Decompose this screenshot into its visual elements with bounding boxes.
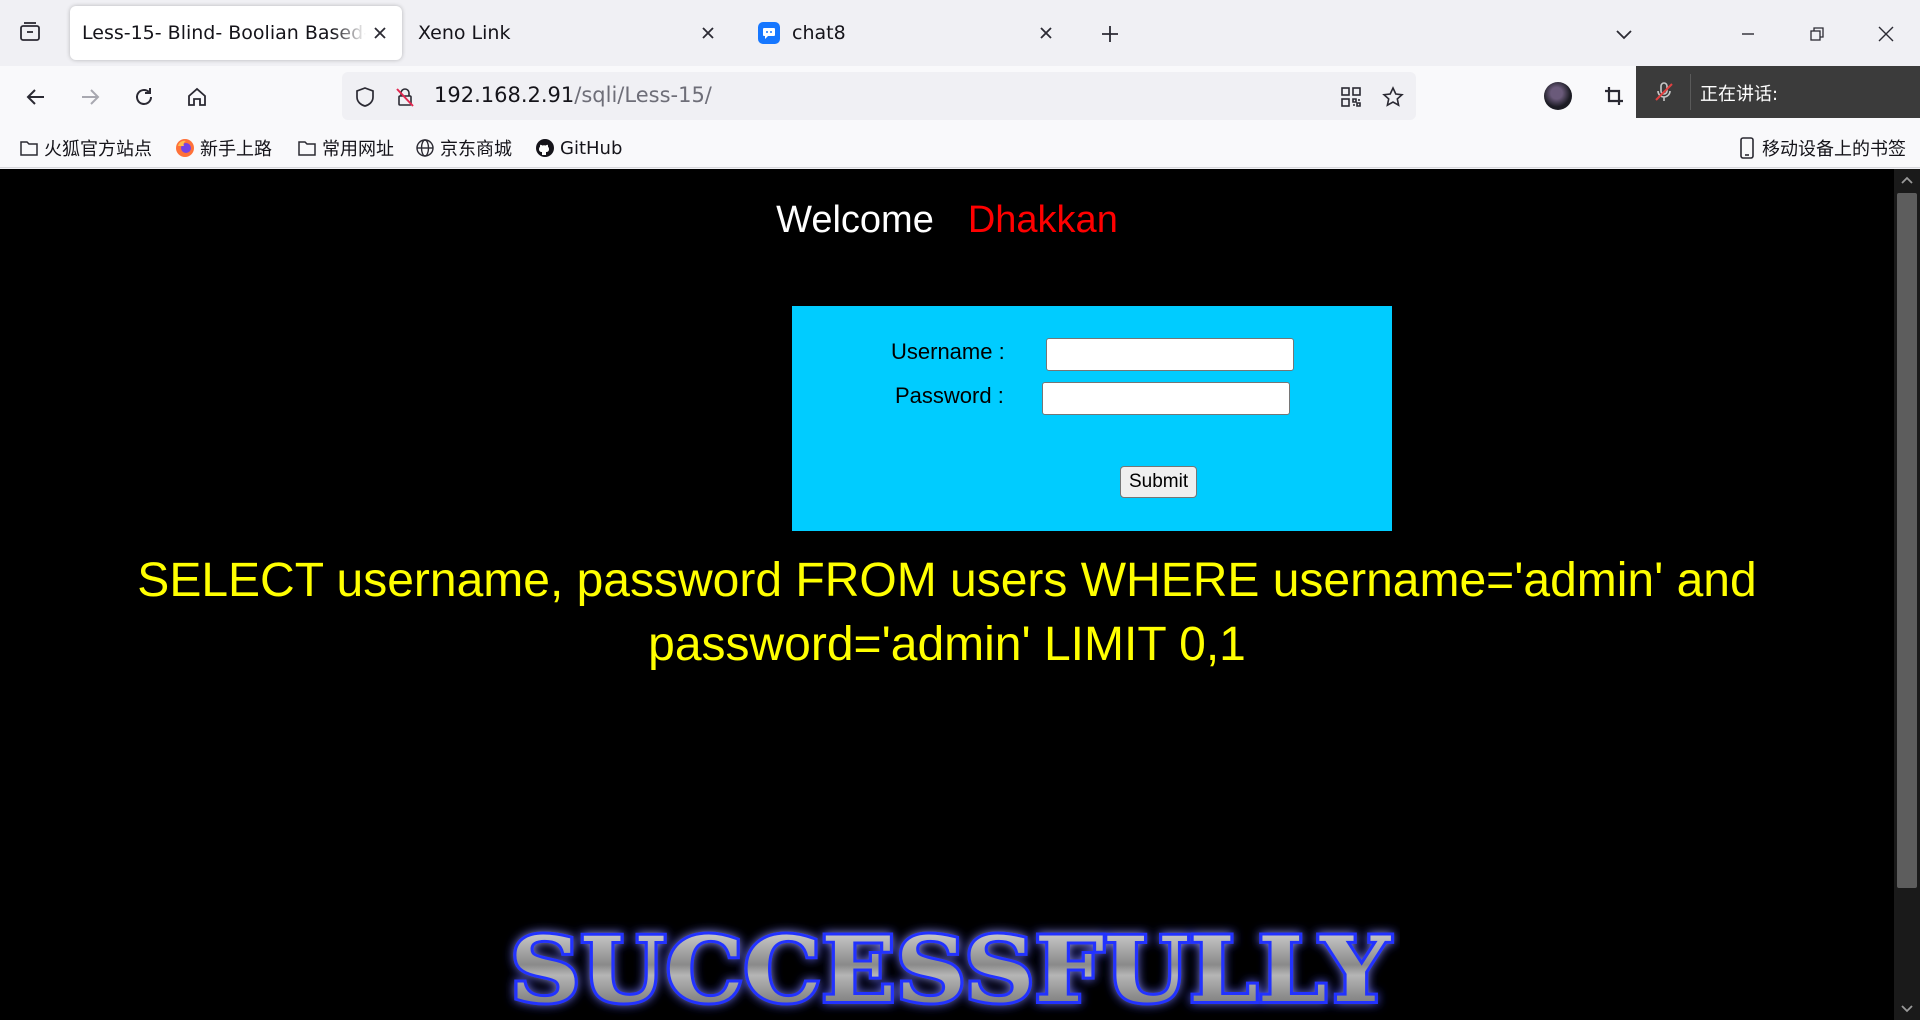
minimize-button[interactable] bbox=[1728, 14, 1768, 54]
chat8-favicon bbox=[758, 22, 780, 44]
success-banner-text: SUCCESSFULLY bbox=[510, 917, 1392, 1020]
new-tab-icon bbox=[1102, 26, 1118, 42]
minimize-icon bbox=[1742, 33, 1754, 35]
tab-close-button[interactable] bbox=[1032, 19, 1060, 47]
github-icon bbox=[534, 137, 556, 159]
url-bar[interactable]: 192.168.2.91/sqli/Less-15/ bbox=[342, 72, 1416, 120]
mic-off-button[interactable] bbox=[1650, 78, 1678, 106]
scroll-up-button[interactable] bbox=[1894, 169, 1920, 191]
bookmark-jd-mall[interactable]: 京东商城 bbox=[414, 134, 512, 162]
bookmark-label: 京东商城 bbox=[440, 139, 512, 160]
folder-icon bbox=[296, 137, 318, 159]
username-label: Username : bbox=[891, 339, 1005, 364]
bookmark-github[interactable]: GitHub bbox=[534, 134, 622, 162]
reload-button[interactable] bbox=[126, 79, 162, 115]
sql-query-text: SELECT username, password FROM users WHE… bbox=[137, 554, 1757, 671]
reload-icon bbox=[136, 88, 152, 105]
url-path: /sqli/Less-15/ bbox=[574, 83, 712, 107]
bookmark-label: GitHub bbox=[560, 137, 623, 159]
welcome-heading: Welcome Dhakkan bbox=[0, 199, 1894, 242]
bookmark-star-button[interactable] bbox=[1380, 84, 1406, 110]
tab-strip: Less-15- Blind- Boolian Based- String Xe… bbox=[0, 0, 1920, 66]
page-scrollbar[interactable] bbox=[1894, 169, 1920, 1020]
tab-chat8[interactable]: chat8 bbox=[746, 6, 1068, 60]
bookmark-label: 火狐官方站点 bbox=[44, 139, 152, 160]
navigation-toolbar: 192.168.2.91/sqli/Less-15/ 正在讲话: bbox=[0, 66, 1920, 128]
page-content: Welcome Dhakkan Username : Password : Sub… bbox=[0, 169, 1894, 1020]
chevron-down-icon bbox=[1901, 1005, 1913, 1013]
close-window-button[interactable] bbox=[1866, 14, 1906, 54]
chevron-down-icon bbox=[1616, 30, 1632, 40]
tab-xeno-link[interactable]: Xeno Link bbox=[408, 6, 730, 60]
password-input[interactable] bbox=[1042, 382, 1290, 415]
new-tab-button[interactable] bbox=[1094, 18, 1126, 50]
tab-title: chat8 bbox=[792, 22, 846, 44]
bookmark-common-urls[interactable]: 常用网址 bbox=[296, 134, 394, 162]
bookmark-getting-started[interactable]: 新手上路 bbox=[174, 134, 272, 162]
mobile-icon bbox=[1736, 137, 1758, 159]
speaking-label: 正在讲话: bbox=[1700, 84, 1779, 105]
chevron-up-icon bbox=[1901, 176, 1913, 184]
bookmark-firefox-official[interactable]: 火狐官方站点 bbox=[18, 134, 152, 162]
username-input[interactable] bbox=[1046, 338, 1294, 371]
login-form: Username : Password : Submit bbox=[792, 306, 1392, 531]
bookmark-label: 常用网址 bbox=[322, 139, 394, 160]
tab-list-button[interactable] bbox=[14, 18, 46, 50]
tab-less-15[interactable]: Less-15- Blind- Boolian Based- String bbox=[70, 6, 402, 60]
bookmarks-toolbar: 火狐官方站点 新手上路 常用网址 京东商城 GitHub 移动设备上的书签 bbox=[0, 128, 1920, 168]
welcome-text: Welcome bbox=[776, 199, 934, 241]
tab-close-button[interactable] bbox=[366, 19, 394, 47]
tracking-protection-button[interactable] bbox=[352, 84, 378, 110]
restore-button[interactable] bbox=[1797, 14, 1837, 54]
bookmark-label: 新手上路 bbox=[200, 139, 272, 160]
home-icon bbox=[188, 87, 206, 106]
tab-close-button[interactable] bbox=[694, 19, 722, 47]
crop-icon bbox=[1605, 87, 1623, 105]
home-button[interactable] bbox=[179, 79, 215, 115]
qr-code-button[interactable] bbox=[1338, 84, 1364, 110]
success-banner: SUCCESSFULLY bbox=[507, 914, 1395, 1020]
mobile-bookmarks[interactable]: 移动设备上的书签 bbox=[1736, 134, 1906, 162]
insecure-lock-icon bbox=[396, 88, 414, 107]
forward-button[interactable] bbox=[72, 79, 108, 115]
scroll-thumb[interactable] bbox=[1897, 193, 1917, 888]
list-all-tabs-button[interactable] bbox=[1604, 14, 1644, 54]
bookmark-label: 移动设备上的书签 bbox=[1762, 139, 1906, 160]
account-avatar[interactable] bbox=[1544, 82, 1572, 110]
url-text: 192.168.2.91/sqli/Less-15/ bbox=[434, 83, 712, 107]
password-label: Password : bbox=[895, 383, 1004, 408]
tab-list-icon bbox=[18, 20, 42, 48]
screenshot-button[interactable] bbox=[1598, 80, 1630, 112]
globe-icon bbox=[414, 137, 436, 159]
close-icon bbox=[702, 27, 714, 39]
forward-icon bbox=[82, 89, 100, 105]
shield-icon bbox=[356, 87, 374, 107]
submit-button[interactable]: Submit bbox=[1120, 466, 1198, 498]
back-button[interactable] bbox=[18, 79, 54, 115]
tab-title: Less-15- Blind- Boolian Based- String bbox=[82, 22, 366, 44]
close-icon bbox=[1878, 26, 1894, 42]
close-icon bbox=[374, 27, 386, 39]
firefox-icon bbox=[174, 137, 196, 159]
welcome-name: Dhakkan bbox=[967, 199, 1118, 241]
voice-overlay: 正在讲话: bbox=[1636, 66, 1920, 118]
site-info-button[interactable] bbox=[392, 84, 418, 110]
star-icon bbox=[1382, 86, 1404, 107]
folder-icon bbox=[18, 137, 40, 159]
restore-icon bbox=[1810, 27, 1824, 41]
scroll-down-button[interactable] bbox=[1894, 998, 1920, 1020]
qr-code-icon bbox=[1341, 87, 1361, 107]
close-icon bbox=[1040, 27, 1052, 39]
back-icon bbox=[26, 89, 44, 105]
url-host: 192.168.2.91 bbox=[434, 83, 575, 107]
separator bbox=[1690, 74, 1691, 110]
tab-title: Xeno Link bbox=[418, 22, 511, 44]
mic-off-icon bbox=[1655, 82, 1673, 101]
